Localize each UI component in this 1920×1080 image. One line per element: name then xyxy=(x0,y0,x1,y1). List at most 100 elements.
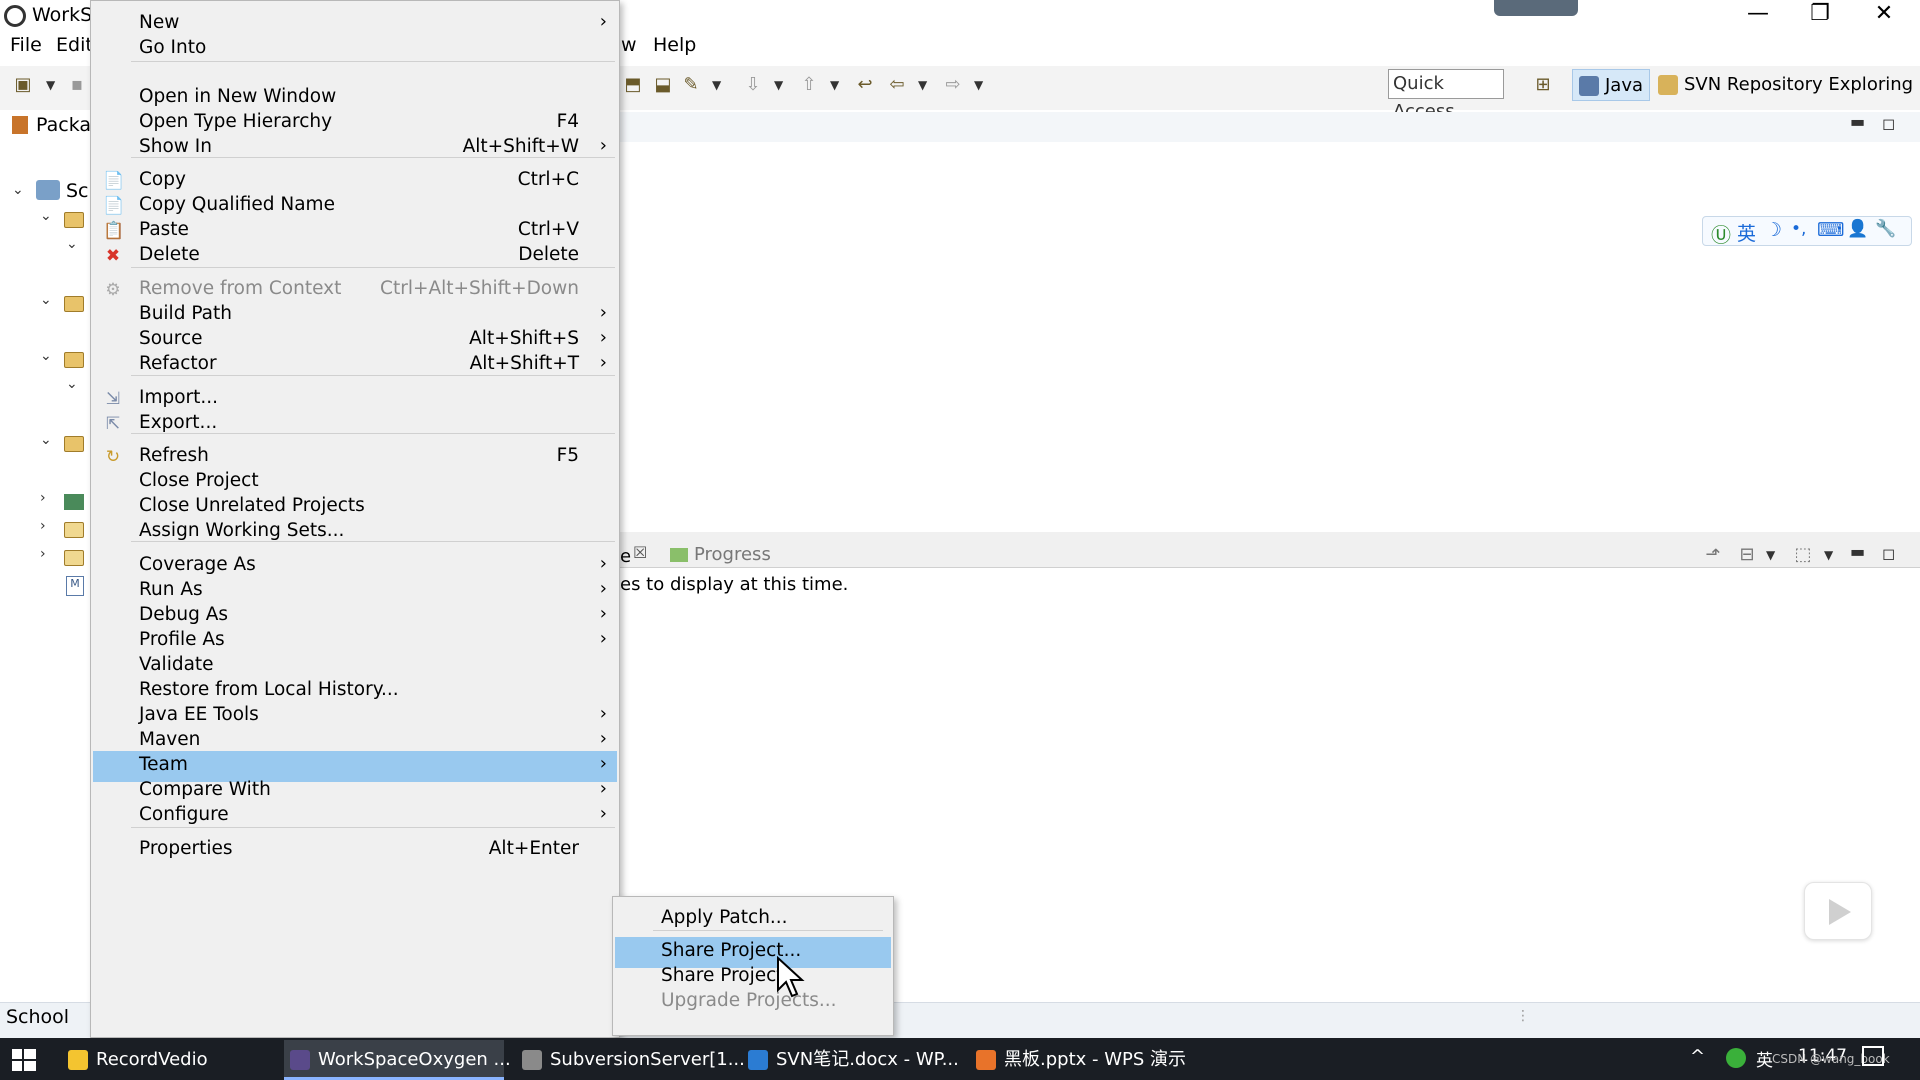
maximize-view-icon[interactable]: ◻ xyxy=(1882,544,1895,563)
tray-expand-icon[interactable]: ^ xyxy=(1690,1046,1705,1067)
view-menu-icon[interactable]: ⬚ xyxy=(1792,544,1814,566)
ime-user-icon[interactable]: 👤 xyxy=(1847,219,1868,239)
restore-button[interactable]: ❐ xyxy=(1788,0,1852,30)
menu-edit[interactable]: Edit xyxy=(56,34,93,56)
minimize-button[interactable]: — xyxy=(1726,0,1790,30)
minimize-view-icon[interactable]: ▬ xyxy=(1850,112,1865,131)
task-app-icon xyxy=(522,1050,542,1070)
menu-item-label: Compare With xyxy=(139,779,271,800)
tree-collapsed-icon[interactable]: › xyxy=(40,490,46,506)
menu-item-shortcut: F5 xyxy=(556,445,579,466)
taskbar-task[interactable]: SubversionServer[1... xyxy=(516,1040,745,1080)
taskbar-task[interactable]: RecordVedio xyxy=(62,1040,272,1080)
run-icon[interactable]: ✎ xyxy=(680,74,702,96)
view-display-arrow-icon[interactable]: ▼ xyxy=(1766,544,1775,566)
quick-access-input[interactable]: Quick Access xyxy=(1388,69,1504,122)
tree-expand-icon[interactable]: ⌄ xyxy=(40,208,52,224)
menu-item-label: Refactor xyxy=(139,353,217,374)
last-edit-icon[interactable]: ↩ xyxy=(854,74,876,96)
menu-item-show-in[interactable]: Show In Alt+Shift+W › xyxy=(93,133,617,164)
menu-item-properties[interactable]: Properties Alt+Enter xyxy=(93,835,617,866)
next-annotation-icon[interactable]: ⇩ xyxy=(742,74,764,96)
prev-annotation-icon[interactable]: ⇧ xyxy=(798,74,820,96)
ime-halfwidth-icon[interactable]: ☽ xyxy=(1765,219,1782,241)
task-label: RecordVedio xyxy=(96,1049,208,1070)
menu-item-delete[interactable]: ✖ Delete Delete xyxy=(93,241,617,272)
forward-icon[interactable]: ⇨ xyxy=(942,74,964,96)
taskbar-task[interactable]: WorkSpaceOxygen ... xyxy=(284,1040,511,1080)
new-dropdown-arrow-icon[interactable]: ▼ xyxy=(46,74,55,96)
recording-tray-handle[interactable] xyxy=(1494,0,1578,16)
new-wizard-icon[interactable]: ▣ xyxy=(12,74,34,96)
menu-help[interactable]: Help xyxy=(653,34,696,56)
close-button[interactable]: ✕ xyxy=(1852,0,1916,30)
window-title: WorkS xyxy=(32,4,93,26)
project-icon xyxy=(36,180,60,200)
save-icon[interactable]: ▪ xyxy=(66,74,88,96)
taskbar-task[interactable]: 黑板.pptx - WPS 演示 xyxy=(970,1040,1190,1080)
editor-area-header xyxy=(620,112,1920,142)
menu-item-go-into[interactable]: Go Into xyxy=(93,34,617,65)
menu-item-assign-working-sets[interactable]: Assign Working Sets... xyxy=(93,517,617,548)
menu-item-label: Delete xyxy=(139,244,200,265)
remove-all-icon[interactable]: ⬏ xyxy=(1702,544,1724,566)
view-menu-arrow-icon[interactable]: ▼ xyxy=(1824,544,1833,566)
perspective-java-button[interactable]: Java xyxy=(1572,69,1651,101)
tab-progress[interactable]: Progress xyxy=(694,544,771,565)
tree-expand-icon[interactable]: ⌄ xyxy=(66,376,78,392)
tree-expand-icon[interactable]: ⌄ xyxy=(40,292,52,308)
menu-item-refactor[interactable]: Refactor Alt+Shift+T › xyxy=(93,350,617,381)
windows-start-icon[interactable] xyxy=(10,1046,38,1074)
open-project-icon[interactable]: ⬒ xyxy=(622,74,644,96)
action-center-icon[interactable] xyxy=(1862,1046,1884,1066)
menu-item-export[interactable]: ⇱ Export... xyxy=(93,409,617,440)
menu-item-label: Build Path xyxy=(139,303,232,324)
run-dropdown-arrow-icon[interactable]: ▼ xyxy=(712,74,721,96)
menu-item-configure[interactable]: Configure › xyxy=(93,801,617,832)
submenu-chevron-icon: › xyxy=(599,778,607,799)
ime-settings-icon[interactable]: 🔧 xyxy=(1875,219,1896,239)
ime-keyboard-icon[interactable]: ⌨ xyxy=(1817,219,1844,241)
menu-item-label: Coverage As xyxy=(139,554,256,575)
view-tab-fragment[interactable]: e xyxy=(620,546,631,567)
video-play-button[interactable] xyxy=(1804,882,1872,940)
next-annotation-arrow-icon[interactable]: ▼ xyxy=(774,74,783,96)
submenu-item-apply-patch[interactable]: Apply Patch... xyxy=(615,904,891,935)
copy-qualified-name-icon: 📄 xyxy=(103,196,125,216)
open-perspective-icon[interactable]: ⊞ xyxy=(1532,74,1554,96)
status-bar-handle-icon[interactable]: ⋮ xyxy=(1516,1008,1530,1024)
open-folder-icon[interactable]: ⬓ xyxy=(652,74,674,96)
prev-annotation-arrow-icon[interactable]: ▼ xyxy=(830,74,839,96)
submenu-chevron-icon: › xyxy=(599,803,607,824)
views-tab-bar xyxy=(620,532,1920,568)
menu-item-label: Source xyxy=(139,328,203,349)
menu-item-label: Team xyxy=(139,754,188,775)
taskbar-task[interactable]: SVN笔记.docx - WP... xyxy=(742,1040,962,1080)
status-selection: School xyxy=(6,1006,70,1028)
minimize-view-icon[interactable]: ▬ xyxy=(1850,542,1865,561)
tree-expand-icon[interactable]: ⌄ xyxy=(12,182,24,198)
ime-language-toggle[interactable]: 英 xyxy=(1737,219,1756,246)
submenu-chevron-icon: › xyxy=(599,327,607,348)
tree-expand-icon[interactable]: ⌄ xyxy=(66,236,78,252)
view-display-icon[interactable]: ⊟ xyxy=(1736,544,1758,566)
menu-file[interactable]: File xyxy=(10,34,42,56)
tray-ime-language[interactable]: 英 xyxy=(1756,1046,1773,1071)
close-view-icon[interactable]: ☒ xyxy=(633,543,647,562)
maximize-view-icon[interactable]: ◻ xyxy=(1882,114,1895,133)
ime-punctuation-icon[interactable]: •, xyxy=(1791,219,1806,239)
perspective-svn-button[interactable]: SVN Repository Exploring xyxy=(1652,69,1919,101)
tree-collapsed-icon[interactable]: › xyxy=(40,518,46,534)
tray-ime-status-icon[interactable] xyxy=(1726,1048,1746,1068)
forward-dropdown-arrow-icon[interactable]: ▼ xyxy=(974,74,983,96)
menu-window-partial[interactable]: w xyxy=(621,34,637,56)
back-icon[interactable]: ⇦ xyxy=(886,74,908,96)
back-dropdown-arrow-icon[interactable]: ▼ xyxy=(918,74,927,96)
ime-logo-icon[interactable]: Ⓤ xyxy=(1711,219,1731,248)
menu-item-label: Debug As xyxy=(139,604,229,625)
menu-item-label: Maven xyxy=(139,729,201,750)
tree-expand-icon[interactable]: ⌄ xyxy=(40,432,52,448)
tree-collapsed-icon[interactable]: › xyxy=(40,546,46,562)
tree-root-label[interactable]: Sc xyxy=(66,180,89,202)
tree-expand-icon[interactable]: ⌄ xyxy=(40,348,52,364)
